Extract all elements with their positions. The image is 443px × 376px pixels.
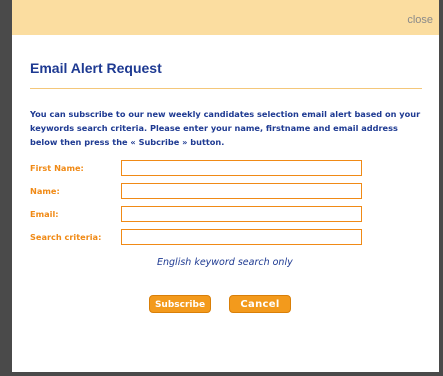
email-alert-dialog: close Email Alert Request You can subscr…	[0, 0, 443, 376]
title-divider	[30, 88, 422, 89]
first-name-label: First Name:	[30, 163, 84, 173]
search-criteria-label: Search criteria:	[30, 232, 102, 242]
first-name-input[interactable]	[121, 160, 362, 176]
email-label: Email:	[30, 209, 59, 219]
close-link[interactable]: close	[407, 14, 433, 26]
name-input[interactable]	[121, 183, 362, 199]
dialog-topbar: close	[12, 0, 439, 35]
cancel-button[interactable]: Cancel	[229, 295, 291, 313]
search-criteria-input[interactable]	[121, 229, 362, 245]
search-hint: English keyword search only	[157, 257, 293, 268]
email-input[interactable]	[121, 206, 362, 222]
name-label: Name:	[30, 186, 60, 196]
dialog-title: Email Alert Request	[30, 60, 162, 76]
subscribe-button[interactable]: Subscribe	[149, 295, 211, 313]
intro-text: You can subscribe to our new weekly cand…	[30, 109, 421, 147]
